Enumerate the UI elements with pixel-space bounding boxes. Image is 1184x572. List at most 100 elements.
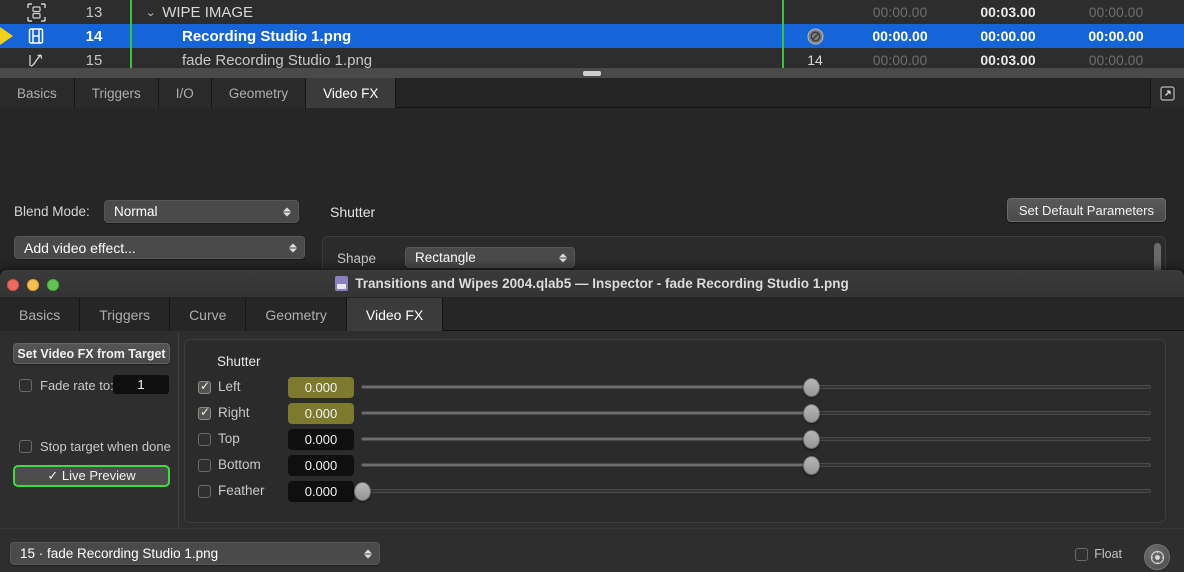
cue-prewait: 00:00.00 <box>846 52 954 68</box>
tab-video-fx[interactable]: Video FX <box>347 298 443 331</box>
param-row-bottom: Bottom 0.000 <box>185 455 1167 481</box>
tabbar-spacer <box>396 78 1150 107</box>
param-checkbox-bottom[interactable] <box>198 459 211 472</box>
slider-knob[interactable] <box>803 430 820 449</box>
inspector-panel-docked: Basics Triggers I/O Geometry Video FX Bl… <box>0 78 1184 270</box>
tab-triggers[interactable]: Triggers <box>75 78 159 108</box>
param-slider-bottom[interactable] <box>361 463 1151 467</box>
panel-resize-grip[interactable] <box>583 71 601 76</box>
param-value-right[interactable]: 0.000 <box>288 403 354 424</box>
param-value-top[interactable]: 0.000 <box>288 429 354 450</box>
shutter-parameters-panel-floating: Shutter Left 0.000 Right 0.000 Top 0.000… <box>184 339 1166 523</box>
target-icon <box>784 27 846 45</box>
param-row-right: Right 0.000 <box>185 403 1167 429</box>
fade-rate-row[interactable]: Fade rate to: <box>19 378 114 393</box>
tab-curve[interactable]: Curve <box>170 298 246 331</box>
stop-target-checkbox[interactable] <box>19 440 32 453</box>
param-value-left[interactable]: 0.000 <box>288 377 354 398</box>
param-checkbox-feather[interactable] <box>198 485 211 498</box>
tab-basics[interactable]: Basics <box>0 298 80 331</box>
chevron-updown-icon <box>559 253 567 262</box>
cue-name-cell[interactable]: Recording Studio 1.png <box>132 28 782 45</box>
window-title: Transitions and Wipes 2004.qlab5 — Inspe… <box>0 276 1184 291</box>
fade-rate-checkbox[interactable] <box>19 379 32 392</box>
gear-circle-icon[interactable] <box>1144 544 1170 570</box>
blend-mode-label: Blend Mode: <box>14 204 90 219</box>
fade-rate-input[interactable]: 1 <box>113 375 169 394</box>
stop-target-row[interactable]: Stop target when done <box>19 439 171 454</box>
param-row-feather: Feather 0.000 <box>185 481 1167 507</box>
cue-postwait: 00:00.00 <box>1062 28 1170 44</box>
video-cue-icon <box>14 27 58 45</box>
cue-duration: 00:00.00 <box>954 28 1062 44</box>
cue-selector-value: 15 · fade Recording Studio 1.png <box>20 546 218 561</box>
cue-prewait: 00:00.00 <box>846 28 954 44</box>
param-value-bottom[interactable]: 0.000 <box>288 455 354 476</box>
param-slider-feather[interactable] <box>361 489 1151 493</box>
tab-geometry[interactable]: Geometry <box>246 298 346 331</box>
blend-mode-value: Normal <box>114 204 158 219</box>
playhead-marker <box>0 0 14 24</box>
cue-postwait: 00:00.00 <box>1062 4 1170 20</box>
cue-name-cell[interactable]: ⌄ WIPE IMAGE <box>132 4 782 21</box>
shutter-section-title: Shutter <box>330 204 375 220</box>
param-value-feather[interactable]: 0.000 <box>288 481 354 502</box>
slider-knob[interactable] <box>803 456 820 475</box>
param-label-top: Top <box>218 431 240 446</box>
param-checkbox-right[interactable] <box>198 407 211 420</box>
inspector2-tabbar[interactable]: Basics Triggers Curve Geometry Video FX <box>0 298 1184 331</box>
param-slider-top[interactable] <box>361 437 1151 441</box>
open-in-new-window-icon[interactable] <box>1150 78 1184 108</box>
slider-knob[interactable] <box>803 404 820 423</box>
param-row-shape: Shape Rectangle <box>323 245 1166 271</box>
cue-selector-dropdown[interactable]: 15 · fade Recording Studio 1.png <box>10 542 380 565</box>
sidebar-divider <box>178 333 179 527</box>
fade-rate-label: Fade rate to: <box>40 378 114 393</box>
cue-name-label: fade Recording Studio 1.png <box>182 52 372 69</box>
cue-number: 14 <box>58 28 130 45</box>
group-cue-icon <box>14 3 58 22</box>
tab-geometry[interactable]: Geometry <box>212 78 306 108</box>
cue-duration: 00:03.00 <box>954 4 1062 20</box>
live-preview-button[interactable]: ✓ Live Preview <box>13 465 170 487</box>
cue-number: 13 <box>58 4 130 21</box>
cue-row[interactable]: 13 ⌄ WIPE IMAGE 00:00.00 00:03.00 00:00.… <box>0 0 1184 24</box>
cue-duration: 00:03.00 <box>954 52 1062 68</box>
tabbar-spacer <box>443 298 1184 330</box>
tab-video-fx[interactable]: Video FX <box>306 78 396 108</box>
param-label-left: Left <box>218 379 241 394</box>
blend-mode-select[interactable]: Normal <box>104 200 299 223</box>
cue-name-cell[interactable]: fade Recording Studio 1.png <box>132 52 782 69</box>
tab-io[interactable]: I/O <box>159 78 212 108</box>
cue-target[interactable]: 14 <box>784 52 846 68</box>
cue-name-label: Recording Studio 1.png <box>182 28 351 45</box>
param-slider-right[interactable] <box>361 411 1151 415</box>
group-indicator-bar-right <box>782 0 784 24</box>
add-video-effect-value: Add video effect... <box>24 240 136 256</box>
tab-basics[interactable]: Basics <box>0 78 75 108</box>
cue-list[interactable]: 13 ⌄ WIPE IMAGE 00:00.00 00:03.00 00:00.… <box>0 0 1184 74</box>
param-row-left: Left 0.000 <box>185 377 1167 403</box>
param-checkbox-top[interactable] <box>198 433 211 446</box>
param-checkbox-left[interactable] <box>198 381 211 394</box>
param-label-bottom: Bottom <box>218 457 261 472</box>
inspector1-tabbar[interactable]: Basics Triggers I/O Geometry Video FX <box>0 78 1184 108</box>
window-title-text: Transitions and Wipes 2004.qlab5 — Inspe… <box>355 276 848 291</box>
playhead-marker <box>0 24 14 48</box>
chevron-updown-icon <box>283 207 291 216</box>
window-titlebar[interactable]: Transitions and Wipes 2004.qlab5 — Inspe… <box>0 270 1184 298</box>
chevron-down-icon[interactable]: ⌄ <box>145 6 156 19</box>
cue-name-label: WIPE IMAGE <box>162 4 253 21</box>
set-default-parameters-button[interactable]: Set Default Parameters <box>1007 198 1166 222</box>
float-row[interactable]: Float <box>1075 547 1122 561</box>
set-video-fx-from-target-button[interactable]: Set Video FX from Target <box>13 343 170 364</box>
slider-knob[interactable] <box>354 482 371 501</box>
cue-row[interactable]: 14 Recording Studio 1.png 00:00.00 00:00… <box>0 24 1184 48</box>
tab-triggers[interactable]: Triggers <box>80 298 170 331</box>
slider-knob[interactable] <box>803 378 820 397</box>
cue-number: 15 <box>58 52 130 69</box>
float-checkbox[interactable] <box>1075 548 1088 561</box>
param-slider-left[interactable] <box>361 385 1151 389</box>
shape-select[interactable]: Rectangle <box>405 247 575 268</box>
add-video-effect-select[interactable]: Add video effect... <box>14 236 305 259</box>
